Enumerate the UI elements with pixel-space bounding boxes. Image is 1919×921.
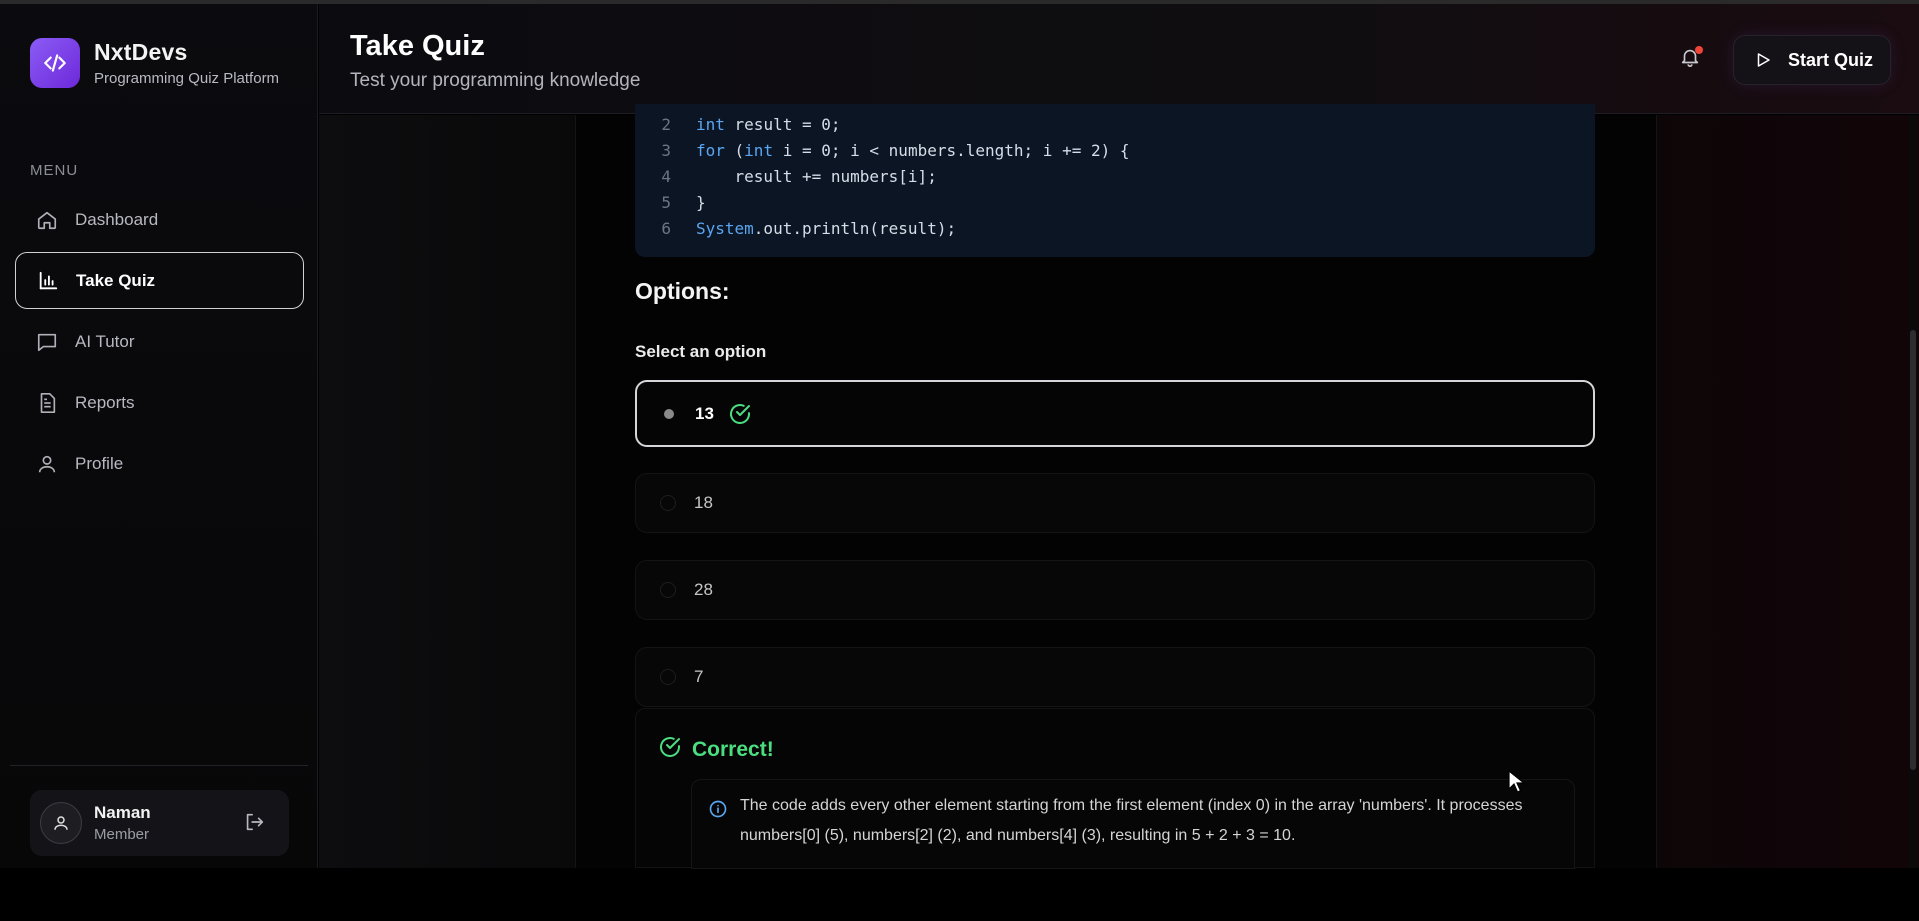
- message-icon: [35, 330, 59, 354]
- mouse-cursor-icon: [1508, 769, 1526, 799]
- menu-label: MENU: [30, 162, 79, 179]
- sidebar-item-take-quiz[interactable]: Take Quiz: [15, 252, 304, 309]
- brand[interactable]: NxtDevs Programming Quiz Platform: [30, 38, 279, 88]
- sidebar-item-label: Take Quiz: [76, 270, 156, 290]
- code-text: System.out.println(result);: [696, 218, 957, 238]
- bar-chart-icon: [36, 269, 60, 293]
- sidebar-item-label: Dashboard: [75, 209, 159, 229]
- radio-button[interactable]: [661, 406, 677, 422]
- notification-bell-icon[interactable]: [1679, 46, 1705, 72]
- code-line: 2 int result = 0;: [635, 111, 1595, 137]
- option-7[interactable]: 7: [635, 647, 1595, 707]
- sidebar: NxtDevs Programming Quiz Platform MENU D…: [0, 4, 318, 868]
- notification-badge: [1695, 46, 1703, 54]
- code-line: 4 result += numbers[i];: [635, 163, 1595, 189]
- app-name: NxtDevs: [94, 39, 188, 65]
- start-quiz-button[interactable]: Start Quiz: [1733, 35, 1891, 85]
- radio-button[interactable]: [660, 495, 676, 511]
- sidebar-item-ai-tutor[interactable]: AI Tutor: [15, 313, 304, 370]
- line-number: 5: [661, 192, 671, 212]
- info-icon: [708, 799, 728, 868]
- sidebar-divider: [10, 765, 308, 766]
- user-card[interactable]: Naman Member: [30, 790, 289, 856]
- user-icon: [35, 452, 59, 476]
- code-line: 6 System.out.println(result);: [635, 215, 1595, 241]
- code-line: 3 for (int i = 0; i < numbers.length; i …: [635, 137, 1595, 163]
- sidebar-item-label: Profile: [75, 453, 124, 473]
- result-panel: Correct! The code adds every other eleme…: [635, 708, 1595, 869]
- line-number: 2: [661, 114, 671, 134]
- option-28[interactable]: 28: [635, 560, 1595, 620]
- explanation-text: The code adds every other element starti…: [740, 797, 1523, 844]
- user-name: Naman: [94, 803, 151, 822]
- code-text: result += numbers[i];: [696, 166, 937, 186]
- line-number: 6: [661, 218, 671, 238]
- scrollbar-thumb[interactable]: [1910, 330, 1916, 770]
- code-text: int result = 0;: [696, 114, 841, 134]
- sidebar-item-label: Reports: [75, 392, 135, 412]
- option-label: 7: [694, 667, 704, 686]
- code-text: }: [696, 192, 706, 212]
- code-logo-icon: [30, 38, 80, 88]
- sidebar-item-label: AI Tutor: [75, 331, 135, 351]
- radio-button[interactable]: [660, 582, 676, 598]
- option-label: 28: [694, 580, 713, 599]
- code-text: for (int i = 0; i < numbers.length; i +=…: [696, 140, 1130, 160]
- header: Take Quiz Test your programming knowledg…: [319, 4, 1919, 114]
- option-13[interactable]: 13: [635, 380, 1595, 447]
- option-label: 13: [695, 403, 714, 423]
- check-circle-icon: [728, 402, 752, 426]
- select-option-label: Select an option: [635, 342, 767, 361]
- code-block: 2 int result = 0; 3 for (int i = 0; i < …: [635, 104, 1595, 257]
- explanation-box: The code adds every other element starti…: [691, 779, 1575, 869]
- app-tagline: Programming Quiz Platform: [94, 70, 280, 87]
- document-icon: [35, 391, 59, 415]
- check-circle-icon: [658, 735, 682, 764]
- sidebar-item-dashboard[interactable]: Dashboard: [15, 191, 304, 248]
- home-icon: [35, 208, 59, 232]
- logout-icon[interactable]: [243, 811, 265, 838]
- option-label: 18: [694, 493, 713, 512]
- sidebar-item-profile[interactable]: Profile: [15, 435, 304, 492]
- avatar: [40, 802, 82, 844]
- start-quiz-label: Start Quiz: [1788, 49, 1874, 70]
- user-role: Member: [94, 826, 150, 843]
- line-number: 3: [661, 140, 671, 160]
- options-title: Options:: [635, 278, 730, 304]
- option-18[interactable]: 18: [635, 473, 1595, 533]
- play-icon: [1754, 51, 1772, 69]
- sidebar-nav: Dashboard Take Quiz AI Tutor Reports Pro…: [15, 191, 304, 496]
- sidebar-item-reports[interactable]: Reports: [15, 374, 304, 431]
- result-title: Correct!: [692, 737, 774, 761]
- page-title: Take Quiz: [350, 30, 485, 62]
- line-number: 4: [661, 166, 671, 186]
- page-subtitle: Test your programming knowledge: [350, 70, 641, 91]
- radio-button[interactable]: [660, 669, 676, 685]
- code-line: 5 }: [635, 189, 1595, 215]
